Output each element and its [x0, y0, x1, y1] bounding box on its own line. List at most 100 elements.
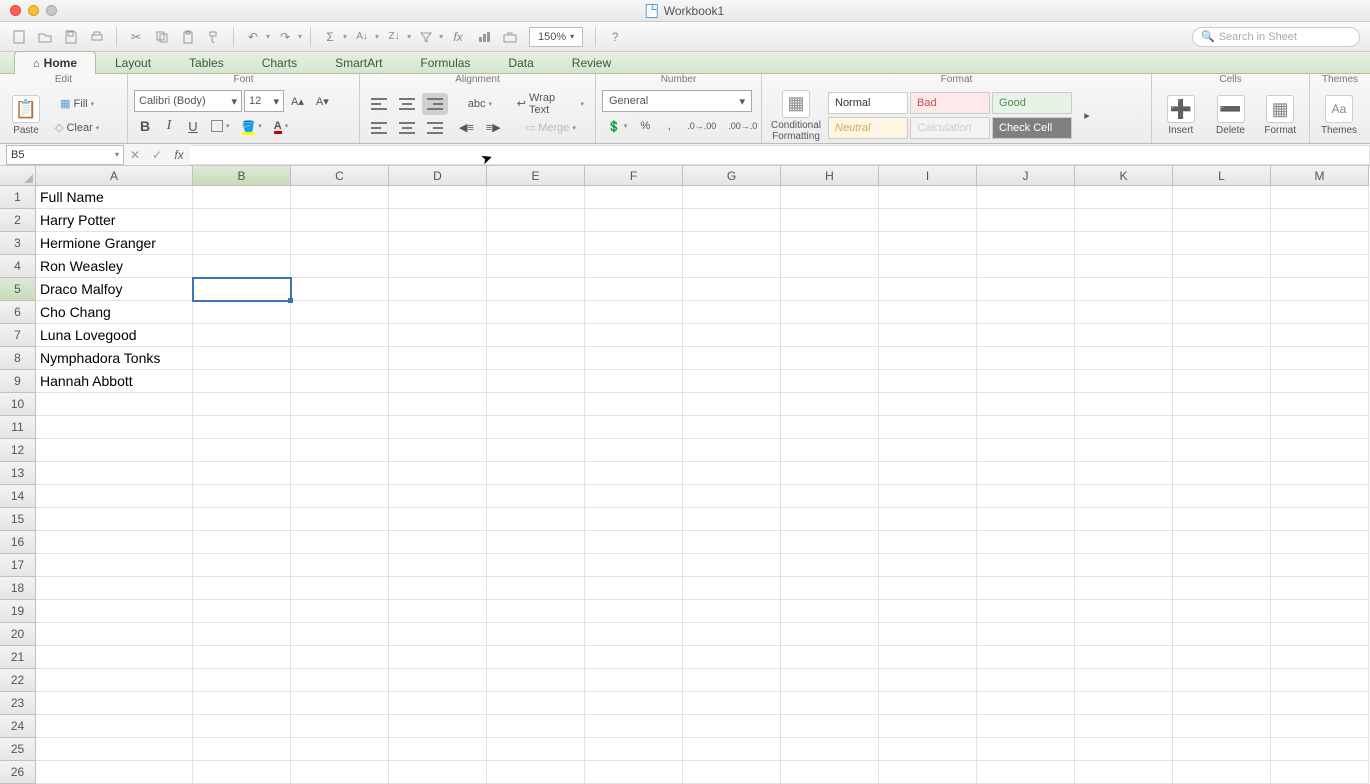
cell-A16[interactable] — [36, 531, 193, 554]
cell-B15[interactable] — [193, 508, 291, 531]
cell-B19[interactable] — [193, 600, 291, 623]
cell-K8[interactable] — [1075, 347, 1173, 370]
cell-A11[interactable] — [36, 416, 193, 439]
show-formulas-icon[interactable]: fx — [447, 26, 469, 48]
cell-L22[interactable] — [1173, 669, 1271, 692]
cell-K21[interactable] — [1075, 646, 1173, 669]
cell-K24[interactable] — [1075, 715, 1173, 738]
cell-H25[interactable] — [781, 738, 879, 761]
cell-F12[interactable] — [585, 439, 683, 462]
cell-M10[interactable] — [1271, 393, 1369, 416]
cell-F4[interactable] — [585, 255, 683, 278]
cell-H4[interactable] — [781, 255, 879, 278]
cell-B2[interactable] — [193, 209, 291, 232]
align-bottom-button[interactable] — [422, 93, 448, 115]
cell-D13[interactable] — [389, 462, 487, 485]
cell-J3[interactable] — [977, 232, 1075, 255]
tab-review[interactable]: Review — [553, 51, 630, 73]
cell-A5[interactable]: Draco Malfoy — [36, 278, 193, 301]
cell-M1[interactable] — [1271, 186, 1369, 209]
cell-F17[interactable] — [585, 554, 683, 577]
cell-A23[interactable] — [36, 692, 193, 715]
cell-E19[interactable] — [487, 600, 585, 623]
cell-G21[interactable] — [683, 646, 781, 669]
orientation-button[interactable]: abc▾ — [454, 93, 506, 115]
borders-button[interactable]: ▾ — [206, 115, 235, 137]
row-header-22[interactable]: 22 — [0, 669, 36, 692]
cell-A9[interactable]: Hannah Abbott — [36, 370, 193, 393]
select-all-corner[interactable] — [0, 166, 36, 186]
cell-I2[interactable] — [879, 209, 977, 232]
style-good[interactable]: Good — [992, 92, 1072, 114]
row-header-17[interactable]: 17 — [0, 554, 36, 577]
cell-F18[interactable] — [585, 577, 683, 600]
cell-K22[interactable] — [1075, 669, 1173, 692]
cell-E3[interactable] — [487, 232, 585, 255]
cell-L8[interactable] — [1173, 347, 1271, 370]
cell-C14[interactable] — [291, 485, 389, 508]
cell-E17[interactable] — [487, 554, 585, 577]
style-bad[interactable]: Bad — [910, 92, 990, 114]
cell-B3[interactable] — [193, 232, 291, 255]
cell-L7[interactable] — [1173, 324, 1271, 347]
cell-A8[interactable]: Nymphadora Tonks — [36, 347, 193, 370]
cell-F6[interactable] — [585, 301, 683, 324]
cell-J16[interactable] — [977, 531, 1075, 554]
cell-I15[interactable] — [879, 508, 977, 531]
currency-button[interactable]: 💲▾ — [602, 115, 632, 137]
cell-L19[interactable] — [1173, 600, 1271, 623]
cell-F15[interactable] — [585, 508, 683, 531]
cell-I19[interactable] — [879, 600, 977, 623]
cell-G17[interactable] — [683, 554, 781, 577]
row-header-23[interactable]: 23 — [0, 692, 36, 715]
column-header-E[interactable]: E — [487, 166, 585, 186]
cell-C16[interactable] — [291, 531, 389, 554]
cell-L9[interactable] — [1173, 370, 1271, 393]
cell-B17[interactable] — [193, 554, 291, 577]
cell-I13[interactable] — [879, 462, 977, 485]
cell-B14[interactable] — [193, 485, 291, 508]
row-header-9[interactable]: 9 — [0, 370, 36, 393]
cell-F19[interactable] — [585, 600, 683, 623]
cell-J4[interactable] — [977, 255, 1075, 278]
increase-indent-button[interactable]: ≡▶ — [481, 117, 506, 139]
format-painter-icon[interactable] — [203, 26, 225, 48]
cell-A6[interactable]: Cho Chang — [36, 301, 193, 324]
merge-button[interactable]: ▭Merge▾ — [512, 117, 589, 139]
cell-H24[interactable] — [781, 715, 879, 738]
cell-H13[interactable] — [781, 462, 879, 485]
cell-A26[interactable] — [36, 761, 193, 784]
cell-K16[interactable] — [1075, 531, 1173, 554]
cell-L21[interactable] — [1173, 646, 1271, 669]
cell-M14[interactable] — [1271, 485, 1369, 508]
cell-I14[interactable] — [879, 485, 977, 508]
cell-E25[interactable] — [487, 738, 585, 761]
redo-icon[interactable]: ↷ — [274, 26, 296, 48]
cell-B11[interactable] — [193, 416, 291, 439]
cell-C6[interactable] — [291, 301, 389, 324]
cell-E21[interactable] — [487, 646, 585, 669]
format-cells-button[interactable]: ▦Format — [1257, 95, 1303, 136]
search-input[interactable]: 🔍 Search in Sheet — [1192, 27, 1360, 47]
cell-F24[interactable] — [585, 715, 683, 738]
cell-K13[interactable] — [1075, 462, 1173, 485]
open-file-icon[interactable] — [34, 26, 56, 48]
cell-A4[interactable]: Ron Weasley — [36, 255, 193, 278]
cell-D2[interactable] — [389, 209, 487, 232]
cell-C7[interactable] — [291, 324, 389, 347]
style-check-cell[interactable]: Check Cell — [992, 117, 1072, 139]
cell-M11[interactable] — [1271, 416, 1369, 439]
row-header-3[interactable]: 3 — [0, 232, 36, 255]
cell-E15[interactable] — [487, 508, 585, 531]
cell-M5[interactable] — [1271, 278, 1369, 301]
row-header-2[interactable]: 2 — [0, 209, 36, 232]
cell-F20[interactable] — [585, 623, 683, 646]
cell-I18[interactable] — [879, 577, 977, 600]
cell-I9[interactable] — [879, 370, 977, 393]
tab-tables[interactable]: Tables — [170, 51, 243, 73]
cell-G16[interactable] — [683, 531, 781, 554]
cell-C3[interactable] — [291, 232, 389, 255]
cell-D12[interactable] — [389, 439, 487, 462]
cell-B5[interactable] — [193, 278, 291, 301]
cut-icon[interactable]: ✂ — [125, 26, 147, 48]
